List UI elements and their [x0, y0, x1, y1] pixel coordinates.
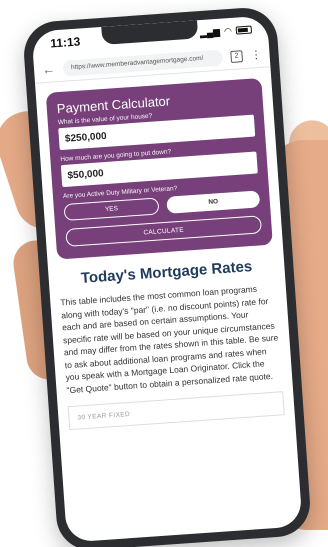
status-icons: ▂▄▆ ◠ — [199, 24, 253, 39]
battery-icon — [235, 25, 253, 35]
phone: 11:13 ▂▄▆ ◠ ← https://www.memberadvantag… — [21, 5, 313, 547]
signal-icon: ▂▄▆ — [199, 26, 221, 38]
rates-section: Today's Mortgage Rates This table includ… — [47, 244, 292, 397]
phone-screen: 11:13 ▂▄▆ ◠ ← https://www.memberadvantag… — [31, 15, 303, 543]
wifi-icon: ◠ — [223, 25, 233, 36]
back-arrow-icon[interactable]: ← — [42, 61, 56, 77]
clock: 11:13 — [49, 34, 81, 51]
address-bar[interactable]: https://www.memberadvantagemortgage.com/ — [62, 49, 224, 77]
loan-program-row[interactable]: 30 YEAR FIXED — [67, 391, 285, 431]
more-menu-icon[interactable]: ⋮ — [250, 48, 262, 62]
payment-calculator: Payment Calculator What is the value of … — [45, 77, 273, 260]
tab-switcher-button[interactable]: 2 — [230, 49, 244, 63]
no-option-button[interactable]: NO — [166, 190, 261, 214]
yes-option-button[interactable]: YES — [63, 197, 160, 221]
calculate-button[interactable]: CALCULATE — [65, 215, 263, 247]
rates-description: This table includes the most common loan… — [60, 283, 279, 395]
